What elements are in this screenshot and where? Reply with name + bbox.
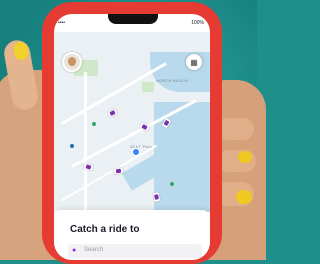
poi-pin [170,182,174,186]
map-label-north-beach: NORTH BEACH [156,78,189,83]
car-marker[interactable] [152,192,161,202]
search-icon: ● [72,247,77,254]
poi-pin [70,144,74,148]
phone-notch [108,14,158,24]
ride-sheet: Catch a ride to ● Search [54,210,210,260]
sheet-title: Catch a ride to [70,224,140,235]
calendar-button[interactable]: ▦ [186,54,202,70]
current-location-pin [132,148,140,156]
avatar-face [68,57,76,66]
search-placeholder: Search [84,247,104,253]
park-area-2 [142,82,154,92]
avatar[interactable] [62,52,82,72]
road [84,72,87,212]
car-marker[interactable] [107,108,118,118]
battery-level: 100% [191,20,204,26]
right-nail-2 [236,190,252,204]
poi-pin [92,122,96,126]
phone-screen: •••• 4:30 PM 100% NORTH BEACH AT&T Park … [54,14,210,260]
right-nail-1 [238,151,252,163]
calendar-icon: ▦ [190,57,198,67]
